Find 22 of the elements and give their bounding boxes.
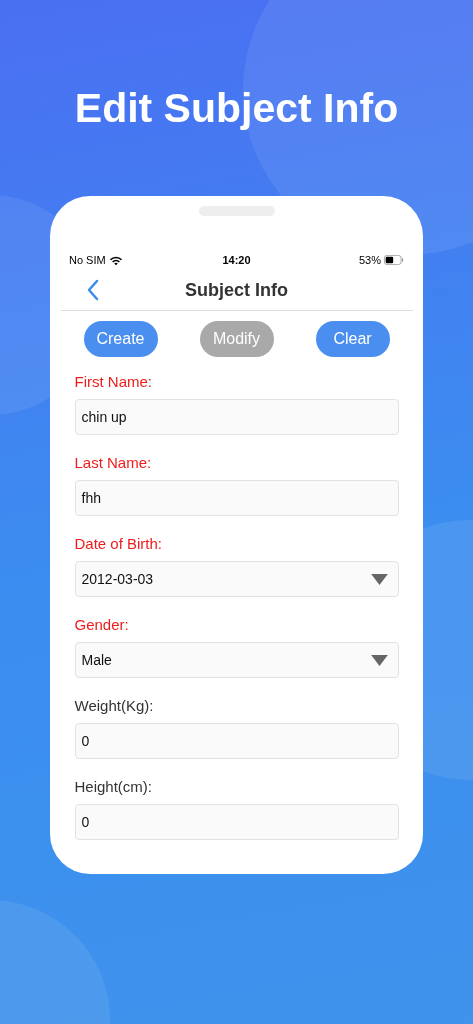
battery-icon [384,255,404,265]
headline: Edit Subject Info [74,84,399,133]
clock-text: 14:20 [222,254,251,266]
field-label: First Name: [74,373,153,391]
dropdown-arrow-icon [369,653,389,667]
field-label: Last Name: [74,454,153,472]
field-label: Height(cm): [74,778,153,796]
input-field[interactable]: 0 [74,804,399,840]
dropdown-field[interactable]: Male [74,642,399,678]
dropdown-field[interactable]: 2012-03-03 [74,561,399,597]
wifi-icon [108,254,123,266]
field-label: Date of Birth: [74,535,164,553]
field-label: Gender: [74,616,130,634]
field-label: Weight(Kg): [74,697,155,715]
input-field[interactable]: fhh [74,480,399,516]
input-field[interactable]: 0 [74,723,399,759]
back-icon[interactable] [86,279,99,301]
battery-percent: 53% [358,254,381,266]
dropdown-arrow-icon [369,572,389,586]
nav-title: Subject Info [185,279,288,301]
input-field[interactable]: chin up [74,399,399,435]
carrier-text: No SIM [69,254,106,266]
